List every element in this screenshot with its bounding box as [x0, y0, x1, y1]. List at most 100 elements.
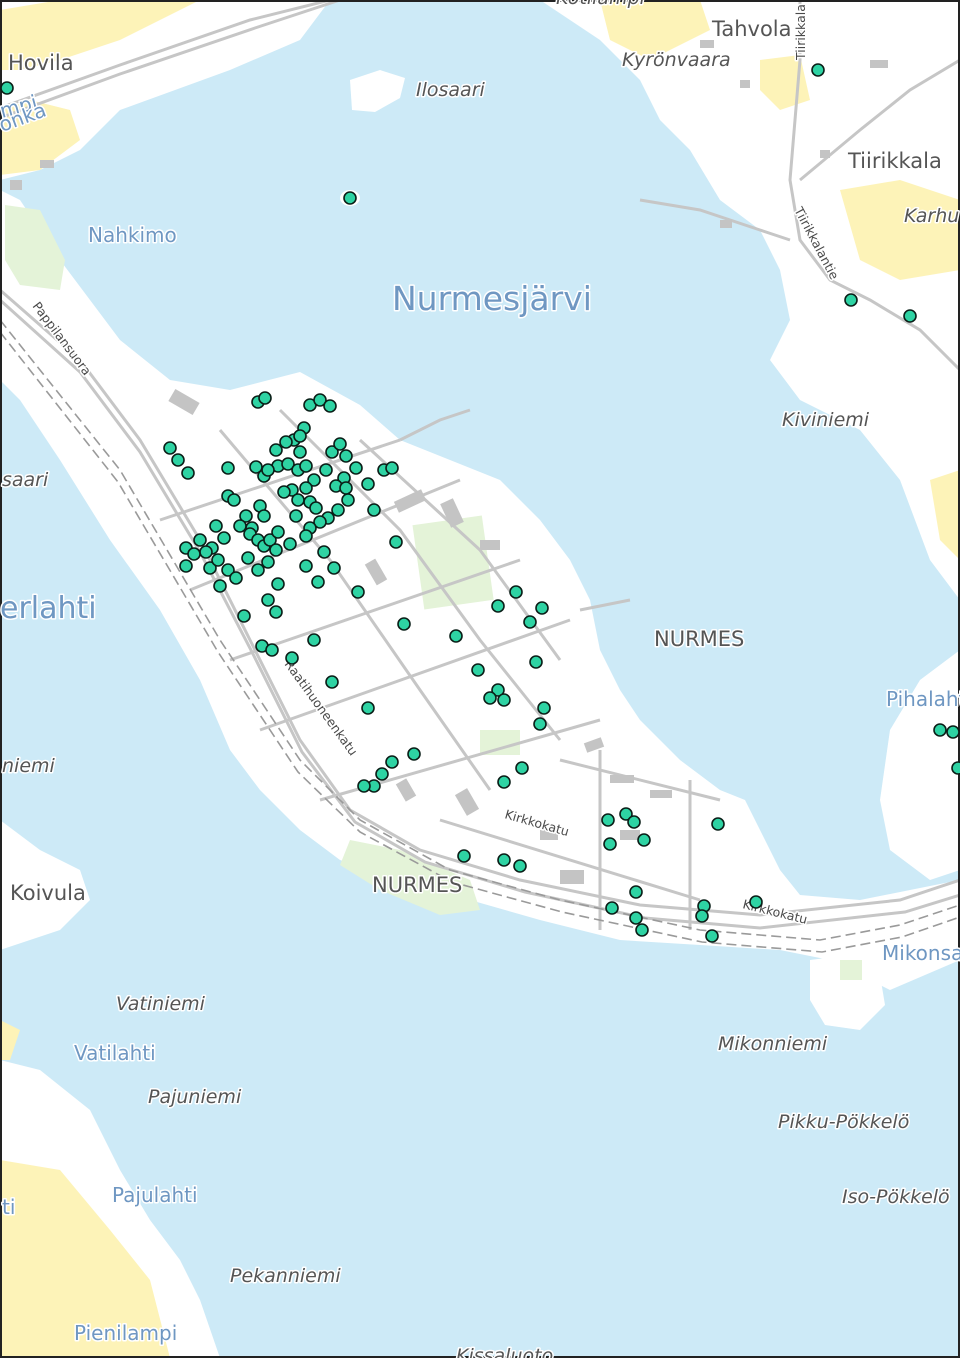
poi-marker[interactable] [289, 509, 303, 523]
poi-marker[interactable] [213, 579, 227, 593]
poi-marker[interactable] [323, 399, 337, 413]
poi-marker[interactable] [269, 443, 283, 457]
poi-marker[interactable] [171, 453, 185, 467]
poi-marker[interactable] [627, 815, 641, 829]
poi-marker[interactable] [449, 629, 463, 643]
poi-marker[interactable] [497, 693, 511, 707]
poi-marker[interactable] [533, 717, 547, 731]
poi-marker[interactable] [209, 519, 223, 533]
poi-marker[interactable] [385, 461, 399, 475]
map-canvas[interactable]: Hovila Tahvola Kyrönvaara Tiirikkala Kar… [0, 0, 960, 1358]
poi-marker[interactable] [385, 755, 399, 769]
poi-marker[interactable] [497, 775, 511, 789]
poi-marker[interactable] [285, 651, 299, 665]
poi-marker[interactable] [163, 441, 177, 455]
poi-marker[interactable] [327, 561, 341, 575]
poi-marker[interactable] [269, 543, 283, 557]
poi-marker[interactable] [951, 761, 960, 775]
poi-marker[interactable] [946, 725, 960, 739]
poi-marker[interactable] [311, 575, 325, 589]
poi-marker[interactable] [339, 481, 353, 495]
poi-marker[interactable] [221, 461, 235, 475]
poi-marker[interactable] [367, 503, 381, 517]
poi-marker[interactable] [271, 577, 285, 591]
poi-marker[interactable] [844, 293, 858, 307]
poi-marker[interactable] [299, 481, 313, 495]
poi-marker[interactable] [635, 923, 649, 937]
poi-marker[interactable] [509, 585, 523, 599]
poi-marker[interactable] [261, 593, 275, 607]
poi-marker[interactable] [457, 849, 471, 863]
poi-marker[interactable] [361, 477, 375, 491]
poi-marker[interactable] [261, 463, 275, 477]
poi-marker[interactable] [605, 901, 619, 915]
poi-marker[interactable] [193, 533, 207, 547]
poi-marker[interactable] [199, 545, 213, 559]
poi-marker[interactable] [299, 529, 313, 543]
poi-marker[interactable] [523, 615, 537, 629]
poi-marker[interactable] [695, 909, 709, 923]
poi-marker[interactable] [343, 191, 357, 205]
poi-marker[interactable] [515, 761, 529, 775]
poi-marker[interactable] [357, 779, 371, 793]
poi-marker[interactable] [211, 553, 225, 567]
poi-marker[interactable] [811, 63, 825, 77]
poi-marker[interactable] [269, 605, 283, 619]
poi-marker[interactable] [325, 675, 339, 689]
poi-marker[interactable] [217, 531, 231, 545]
poi-marker[interactable] [339, 449, 353, 463]
poi-marker[interactable] [257, 509, 271, 523]
poi-marker[interactable] [471, 663, 485, 677]
poi-marker[interactable] [233, 519, 247, 533]
poi-marker[interactable] [535, 601, 549, 615]
poi-marker[interactable] [258, 391, 272, 405]
poi-marker[interactable] [375, 767, 389, 781]
poi-marker[interactable] [497, 853, 511, 867]
poi-marker[interactable] [333, 437, 347, 451]
poi-marker[interactable] [629, 911, 643, 925]
poi-marker[interactable] [389, 535, 403, 549]
poi-marker[interactable] [319, 463, 333, 477]
poi-marker[interactable] [361, 701, 375, 715]
poi-marker[interactable] [277, 485, 291, 499]
poi-marker[interactable] [271, 525, 285, 539]
poi-marker[interactable] [241, 551, 255, 565]
poi-marker[interactable] [629, 885, 643, 899]
poi-marker[interactable] [227, 493, 241, 507]
poi-marker[interactable] [229, 571, 243, 585]
poi-marker[interactable] [283, 537, 297, 551]
poi-marker[interactable] [537, 701, 551, 715]
poi-marker[interactable] [293, 445, 307, 459]
poi-marker[interactable] [407, 747, 421, 761]
poi-marker[interactable] [705, 929, 719, 943]
poi-marker[interactable] [749, 895, 763, 909]
poi-marker[interactable] [341, 493, 355, 507]
poi-marker[interactable] [0, 81, 14, 95]
poi-marker[interactable] [299, 559, 313, 573]
poi-marker[interactable] [529, 655, 543, 669]
poi-marker[interactable] [603, 837, 617, 851]
poi-marker[interactable] [299, 459, 313, 473]
poi-marker[interactable] [261, 555, 275, 569]
poi-marker[interactable] [397, 617, 411, 631]
poi-marker[interactable] [483, 691, 497, 705]
poi-marker[interactable] [179, 559, 193, 573]
poi-marker[interactable] [317, 545, 331, 559]
poi-marker[interactable] [513, 859, 527, 873]
poi-marker[interactable] [637, 833, 651, 847]
poi-marker[interactable] [291, 493, 305, 507]
poi-marker[interactable] [331, 503, 345, 517]
poi-marker[interactable] [237, 609, 251, 623]
poi-marker[interactable] [309, 501, 323, 515]
poi-marker[interactable] [307, 633, 321, 647]
poi-marker[interactable] [933, 723, 947, 737]
poi-marker[interactable] [181, 466, 195, 480]
poi-marker[interactable] [903, 309, 917, 323]
poi-marker[interactable] [265, 643, 279, 657]
poi-marker[interactable] [187, 547, 201, 561]
poi-marker[interactable] [711, 817, 725, 831]
poi-marker[interactable] [491, 599, 505, 613]
poi-marker[interactable] [293, 429, 307, 443]
poi-marker[interactable] [279, 435, 293, 449]
poi-marker[interactable] [601, 813, 615, 827]
